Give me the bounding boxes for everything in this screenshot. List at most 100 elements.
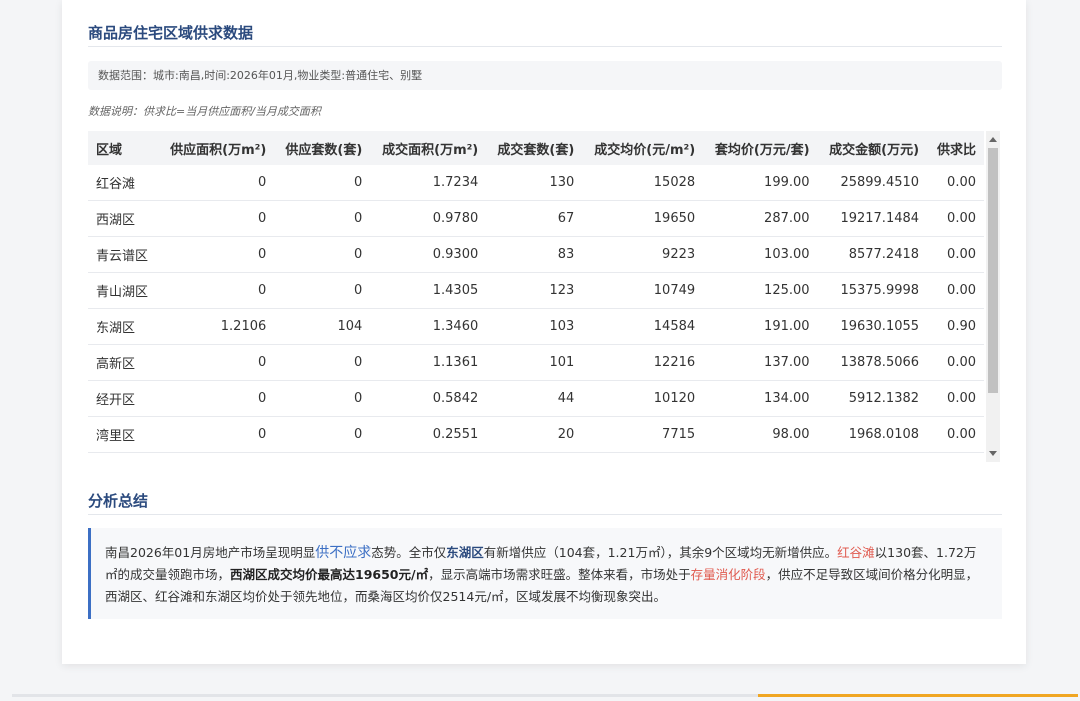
supply-demand-table: 区域 供应面积(万m²) 供应套数(套) 成交面积(万m²) 成交套数(套) 成… (88, 131, 984, 453)
table-cell: 1968.0108 (817, 416, 928, 453)
table-cell: 0.00 (927, 165, 984, 201)
table-cell: 0.90 (927, 308, 984, 345)
table-body: 红谷滩 0 0 1.7234 130 15028 199.00 25899.4510 0.00 西… (88, 165, 984, 453)
table-cell: 0 (274, 416, 371, 453)
bottom-accent-bar (758, 694, 1078, 697)
table-header-row: 区域 供应面积(万m²) 供应套数(套) 成交面积(万m²) 成交套数(套) 成… (88, 131, 984, 165)
table-cell: 19217.1484 (817, 200, 928, 237)
table-cell: 高新区 (88, 344, 159, 381)
summary-highlight-stage: 存量消化阶段 (690, 567, 766, 582)
table-cell: 83 (486, 236, 583, 273)
table-cell: 0 (274, 236, 371, 273)
table-cell: 25899.4510 (817, 165, 928, 201)
title-divider (88, 46, 1002, 47)
table-cell: 0 (158, 165, 275, 201)
table-row: 高新区 0 0 1.1361 101 12216 137.00 13878.5066 0.00 (88, 344, 984, 381)
table-cell: 青山湖区 (88, 272, 159, 309)
data-note: 数据说明：供求比=当月供应面积/当月成交面积 (88, 105, 321, 118)
section-title: 商品房住宅区域供求数据 (88, 24, 254, 42)
table-cell: 9223 (582, 236, 704, 273)
analysis-summary: 南昌2026年01月房地产市场呈现明显供不应求态势。全市仅东湖区有新增供应（10… (88, 528, 1002, 619)
table-cell: 0.00 (927, 344, 984, 381)
table-cell: 0.9300 (370, 236, 487, 273)
table-cell: 1.3460 (370, 308, 487, 345)
table-cell: 1.2106 (158, 308, 275, 345)
table-cell: 103 (486, 308, 583, 345)
col-header-region: 区域 (88, 131, 159, 165)
table-cell: 0 (158, 272, 275, 309)
table-cell: 经开区 (88, 380, 159, 417)
table-cell: 5912.1382 (817, 380, 928, 417)
table-cell: 15375.9998 (817, 272, 928, 309)
table-cell: 12216 (582, 344, 704, 381)
data-range-box: 数据范围：城市:南昌,时间:2026年01月,物业类型:普通住宅、别墅 (88, 61, 1002, 90)
table-cell: 0 (158, 380, 275, 417)
table-row: 东湖区 1.2106 104 1.3460 103 14584 191.00 19630.10… (88, 308, 984, 345)
table-row: 青山湖区 0 0 1.4305 123 10749 125.00 15375.9998 0.00 (88, 272, 984, 309)
col-header-deal-units: 成交套数(套) (486, 131, 583, 165)
table-cell: 0 (274, 344, 371, 381)
table-cell: 0.00 (927, 272, 984, 309)
table-cell: 8577.2418 (817, 236, 928, 273)
table-cell: 13878.5066 (817, 344, 928, 381)
summary-text: 有新增供应（104套，1.21万㎡），其余9个区域均无新增供应。 (483, 545, 838, 560)
table-scrollbar[interactable] (986, 131, 1000, 462)
table-cell: 137.00 (703, 344, 818, 381)
table-cell: 0 (158, 416, 275, 453)
table-cell: 44 (486, 380, 583, 417)
scroll-thumb[interactable] (988, 148, 998, 393)
bottom-divider (12, 694, 758, 697)
col-header-avg-price: 成交均价(元/m²) (582, 131, 704, 165)
analysis-divider (88, 514, 1002, 515)
col-header-supply-area: 供应面积(万m²) (158, 131, 275, 165)
table-cell: 0 (158, 236, 275, 273)
summary-highlight-supply: 供不应求 (315, 545, 372, 561)
table-cell: 0 (274, 272, 371, 309)
summary-text: 态势。全市仅 (371, 545, 447, 560)
table-cell: 0.00 (927, 416, 984, 453)
table-cell: 287.00 (703, 200, 818, 237)
table-cell: 19650 (582, 200, 704, 237)
table-cell: 14584 (582, 308, 704, 345)
table-cell: 0.9780 (370, 200, 487, 237)
col-header-deal-amount: 成交金额(万元) (817, 131, 928, 165)
table-row: 经开区 0 0 0.5842 44 10120 134.00 5912.1382 0.00 (88, 380, 984, 417)
table-row: 西湖区 0 0 0.9780 67 19650 287.00 19217.1484 0.00 (88, 200, 984, 237)
table-cell: 7715 (582, 416, 704, 453)
table-row: 湾里区 0 0 0.2551 20 7715 98.00 1968.0108 0.00 (88, 416, 984, 453)
table-cell: 青云谱区 (88, 236, 159, 273)
data-card: 商品房住宅区域供求数据 数据范围：城市:南昌,时间:2026年01月,物业类型:… (62, 0, 1026, 664)
table-cell: 123 (486, 272, 583, 309)
table-cell: 19630.1055 (817, 308, 928, 345)
table-cell: 0 (274, 165, 371, 201)
table-cell: 0.5842 (370, 380, 487, 417)
table-cell: 0 (274, 380, 371, 417)
table-cell: 125.00 (703, 272, 818, 309)
summary-highlight-honggutan: 红谷滩 (837, 545, 875, 560)
table-cell: 10120 (582, 380, 704, 417)
table-cell: 199.00 (703, 165, 818, 201)
table-cell: 西湖区 (88, 200, 159, 237)
table-cell: 0 (158, 344, 275, 381)
summary-highlight-district: 东湖区 (446, 545, 484, 560)
summary-text: 南昌2026年01月房地产市场呈现明显 (105, 545, 316, 560)
table-cell: 104 (274, 308, 371, 345)
table-cell: 0.00 (927, 236, 984, 273)
table-row: 红谷滩 0 0 1.7234 130 15028 199.00 25899.4510 0.00 (88, 165, 984, 201)
table-cell: 98.00 (703, 416, 818, 453)
table-cell: 10749 (582, 272, 704, 309)
table-cell: 0.2551 (370, 416, 487, 453)
table-cell: 东湖区 (88, 308, 159, 345)
scroll-down-arrow-icon[interactable] (989, 451, 997, 456)
table-cell: 130 (486, 165, 583, 201)
table-cell: 1.7234 (370, 165, 487, 201)
analysis-title: 分析总结 (88, 492, 149, 510)
table-cell: 103.00 (703, 236, 818, 273)
table-cell: 101 (486, 344, 583, 381)
scroll-up-arrow-icon[interactable] (989, 137, 997, 142)
table-cell: 15028 (582, 165, 704, 201)
table-cell: 191.00 (703, 308, 818, 345)
col-header-unit-price: 套均价(万元/套) (703, 131, 818, 165)
supply-demand-table-container[interactable]: 区域 供应面积(万m²) 供应套数(套) 成交面积(万m²) 成交套数(套) 成… (88, 131, 1000, 462)
table-cell: 0 (274, 200, 371, 237)
